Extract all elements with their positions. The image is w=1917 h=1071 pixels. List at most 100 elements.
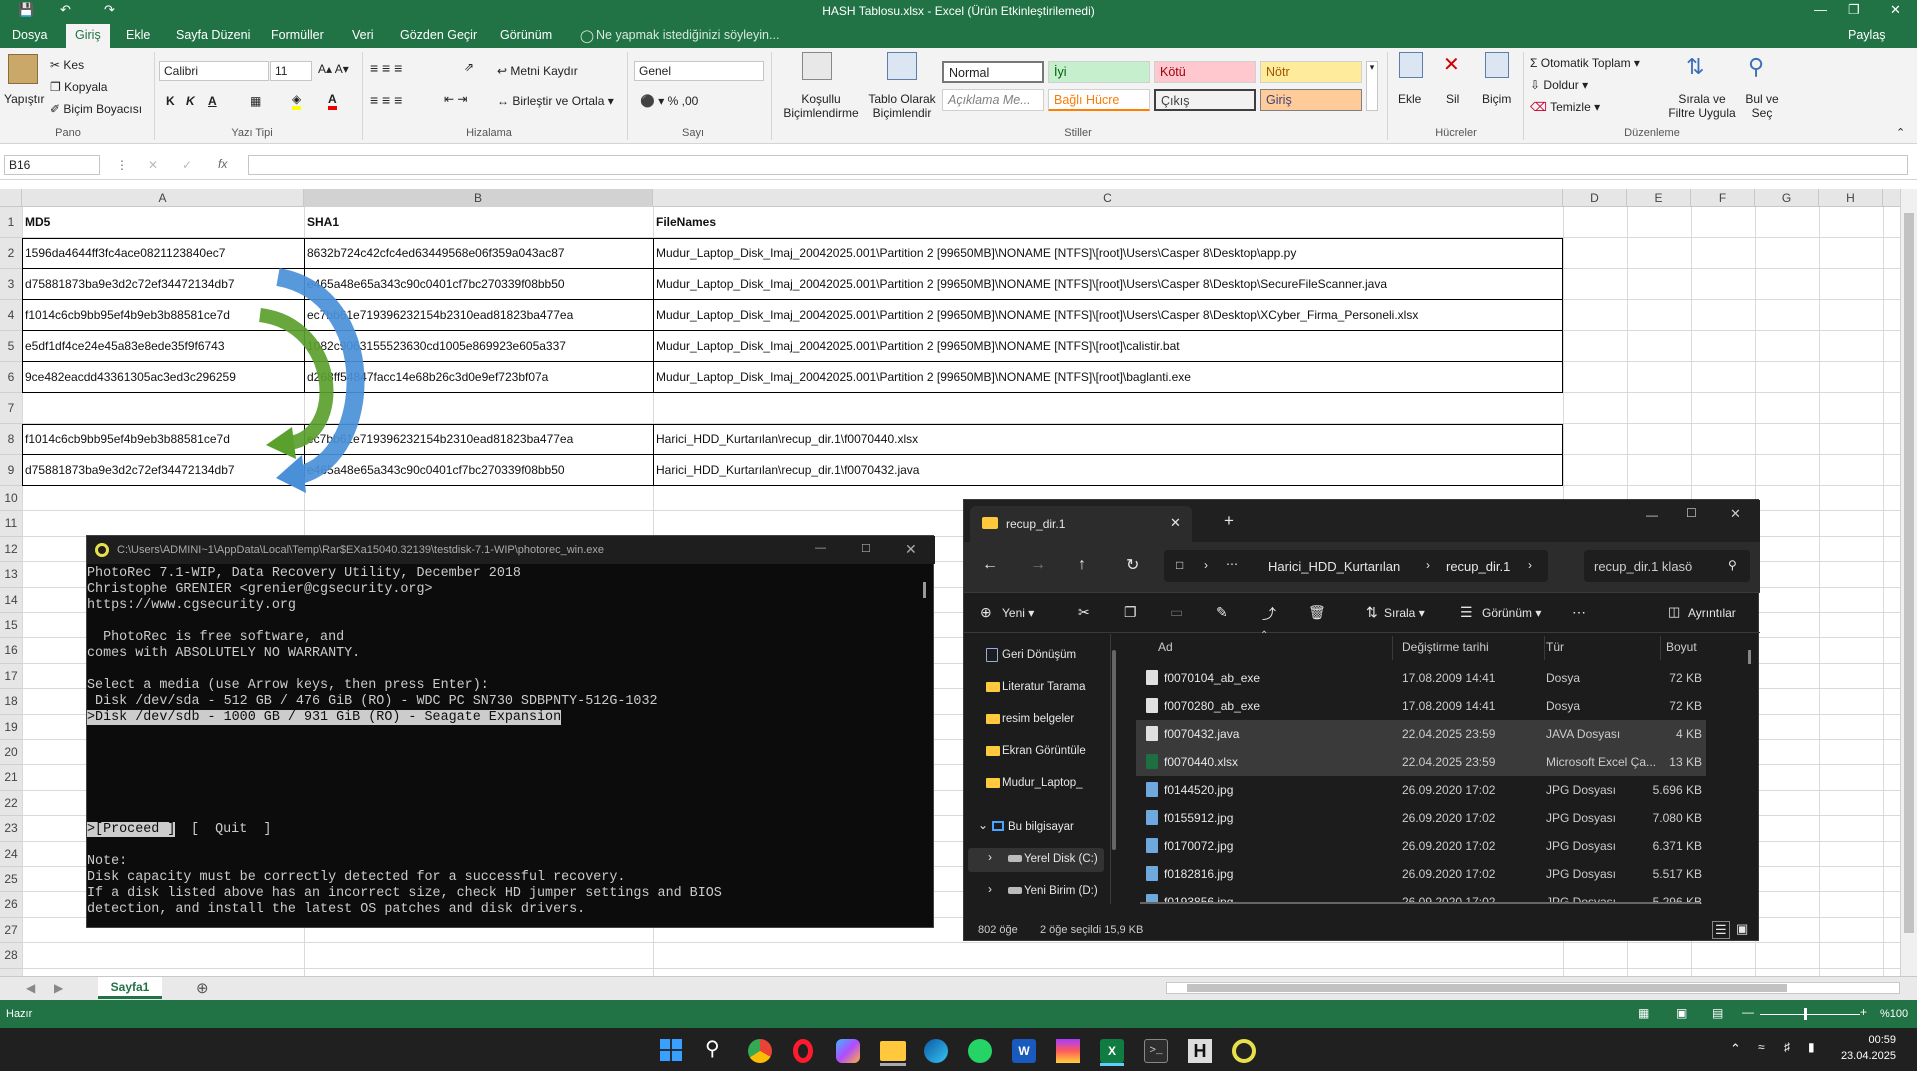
format-cells-button[interactable]: Biçim	[1482, 92, 1511, 106]
up-icon[interactable]: ↑	[1078, 556, 1086, 574]
proceed-button[interactable]: >[Proceed ]	[87, 822, 176, 837]
formula-input[interactable]	[248, 155, 1908, 175]
wifi-icon[interactable]: ≈	[1758, 1040, 1765, 1054]
terminal-icon[interactable]: >_	[1144, 1039, 1168, 1063]
chevron-up-icon[interactable]: ⌃	[1730, 1041, 1741, 1057]
photorec-console-window[interactable]: C:\Users\ADMINI~1\AppData\Local\Temp\Rar…	[86, 535, 935, 928]
column-header-h[interactable]: H	[1819, 189, 1883, 207]
column-header-b[interactable]: B	[304, 189, 653, 207]
disk-sda-option[interactable]: Disk /dev/sda - 512 GB / 476 GiB (RO) - …	[87, 694, 658, 709]
grow-font-icon[interactable]: A▴ A▾	[318, 62, 349, 76]
file-row[interactable]: f0070432.java 22.04.2025 23:59 JAVA Dosyas…	[1136, 720, 1706, 748]
column-header-d[interactable]: D	[1563, 189, 1627, 207]
table-header-cell[interactable]: FileNames	[653, 207, 1563, 238]
autosum-button[interactable]: Σ Otomatik Toplam ▾	[1530, 56, 1640, 70]
column-size[interactable]: Boyut	[1666, 640, 1697, 654]
sort-filter-icon[interactable]: ⇅	[1686, 54, 1704, 80]
fill-button[interactable]: ⇩ Doldur ▾	[1530, 78, 1588, 92]
hxd-icon[interactable]: H	[1188, 1039, 1212, 1063]
breadcrumb-recup[interactable]: recup_dir.1	[1446, 559, 1510, 574]
row-header[interactable]: 14	[0, 587, 22, 613]
rename-icon[interactable]: ✎	[1216, 604, 1228, 621]
paste-icon[interactable]: ▭	[1170, 604, 1183, 621]
list-hscrollbar[interactable]	[1140, 902, 1700, 904]
tiles-view-icon[interactable]: ▣	[1736, 921, 1748, 937]
share-button[interactable]: Paylaş	[1848, 28, 1886, 42]
page-layout-icon[interactable]: ▣	[1676, 1006, 1687, 1020]
winrar-icon[interactable]	[1056, 1039, 1080, 1063]
next-sheet-icon[interactable]: ▶	[54, 981, 63, 995]
tab-formuller[interactable]: Formüller	[271, 28, 324, 42]
edge-icon[interactable]	[924, 1039, 948, 1063]
row-header[interactable]: 19	[0, 714, 22, 740]
style-cikis[interactable]: Çıkış	[1154, 89, 1256, 111]
zoom-in-icon[interactable]: +	[1860, 1005, 1867, 1019]
copy-icon[interactable]: ❐	[1124, 604, 1137, 621]
details-pane-icon[interactable]: ◫	[1668, 604, 1680, 620]
add-sheet-icon[interactable]: ⊕	[196, 979, 209, 997]
format-as-table-button[interactable]: Tablo Olarak Biçimlendir	[864, 92, 940, 120]
confirm-entry-icon[interactable]: ✓	[182, 158, 192, 172]
table-cell[interactable]: Mudur_Laptop_Disk_Imaj_20042025.001\Part…	[653, 269, 1563, 300]
row-header[interactable]: 11	[0, 511, 22, 537]
column-header-c[interactable]: C	[653, 189, 1563, 207]
table-cell[interactable]	[653, 393, 1563, 424]
row-header[interactable]: 2	[0, 238, 22, 269]
row-header[interactable]: 17	[0, 663, 22, 690]
font-size-select[interactable]: 11	[270, 61, 312, 81]
left-align-icon[interactable]: ≡ ≡ ≡	[370, 92, 402, 108]
forward-icon[interactable]: →	[1030, 556, 1046, 574]
share-icon[interactable]: ⤴	[1262, 604, 1276, 624]
style-bagli-hucre[interactable]: Bağlı Hücre	[1048, 89, 1150, 111]
file-row[interactable]: f0144520.jpg 26.09.2020 17:02 JPG Dosyası 5…	[1136, 776, 1706, 804]
row-header[interactable]: 22	[0, 790, 22, 817]
row-header[interactable]: 26	[0, 892, 22, 918]
style-iyi[interactable]: İyi	[1048, 61, 1150, 83]
excel-icon[interactable]: X	[1100, 1039, 1124, 1063]
sort-button[interactable]: Sırala ▾	[1384, 606, 1425, 620]
border-icon[interactable]: ▦	[250, 94, 261, 108]
row-header[interactable]: 9	[0, 455, 22, 486]
list-scrollbar[interactable]	[1748, 650, 1751, 664]
sheet-tab-sayfa1[interactable]: Sayfa1	[98, 977, 162, 999]
font-name-select[interactable]: Calibri	[159, 61, 269, 81]
row-header[interactable]: 3	[0, 269, 22, 300]
delete-cells-button[interactable]: Sil	[1446, 92, 1459, 106]
table-cell[interactable]: Mudur_Laptop_Disk_Imaj_20042025.001\Part…	[653, 300, 1563, 331]
insert-cells-button[interactable]: Ekle	[1398, 92, 1421, 106]
table-format-icon[interactable]	[887, 52, 917, 80]
row-header[interactable]: 24	[0, 841, 22, 867]
minimize-icon[interactable]: —	[1814, 2, 1827, 17]
row-header[interactable]: 10	[0, 486, 22, 512]
tab-giris[interactable]: Giriş	[66, 24, 110, 48]
copy-button[interactable]: ❐ Kopyala	[50, 80, 107, 94]
tab-gozden-gecir[interactable]: Gözden Geçir	[400, 28, 477, 42]
file-row[interactable]: f0070280_ab_exe 17.08.2009 14:41 Dosya 72 K…	[1136, 692, 1706, 720]
row-header[interactable]: 25	[0, 867, 22, 893]
table-header-cell[interactable]: SHA1	[304, 207, 653, 238]
column-name[interactable]: Ad	[1158, 640, 1173, 654]
file-row[interactable]: f0182816.jpg 26.09.2020 17:02 JPG Dosyası 5…	[1136, 860, 1706, 888]
battery-icon[interactable]: ▮	[1808, 1040, 1815, 1054]
row-header[interactable]: 4	[0, 300, 22, 331]
console-close-icon[interactable]: ✕	[905, 541, 917, 558]
column-header-g[interactable]: G	[1755, 189, 1819, 207]
new-tab-icon[interactable]: +	[1224, 511, 1234, 531]
row-header[interactable]: 7	[0, 393, 22, 424]
scrollbar-thumb[interactable]	[1904, 213, 1914, 933]
style-normal[interactable]: Normal	[942, 61, 1044, 83]
console-title-bar[interactable]: C:\Users\ADMINI~1\AppData\Local\Temp\Rar…	[87, 536, 935, 564]
details-button[interactable]: Ayrıntılar	[1688, 606, 1736, 620]
currency-icon[interactable]: ⚫ ▾ % ,00	[640, 94, 698, 108]
collapse-ribbon-icon[interactable]: ⌃	[1896, 126, 1905, 139]
select-all-corner[interactable]	[0, 189, 22, 207]
whatsapp-icon[interactable]	[968, 1039, 992, 1063]
table-cell[interactable]: Mudur_Laptop_Disk_Imaj_20042025.001\Part…	[653, 331, 1563, 362]
view-icon[interactable]: ☰	[1460, 604, 1473, 621]
back-icon[interactable]: ←	[982, 556, 998, 574]
hscroll-thumb[interactable]	[1187, 984, 1787, 992]
opera-icon[interactable]	[793, 1039, 813, 1063]
search-icon[interactable]: ⚲	[705, 1036, 720, 1061]
normal-view-icon[interactable]: ▦	[1638, 1006, 1649, 1020]
row-header[interactable]: 27	[0, 917, 22, 944]
